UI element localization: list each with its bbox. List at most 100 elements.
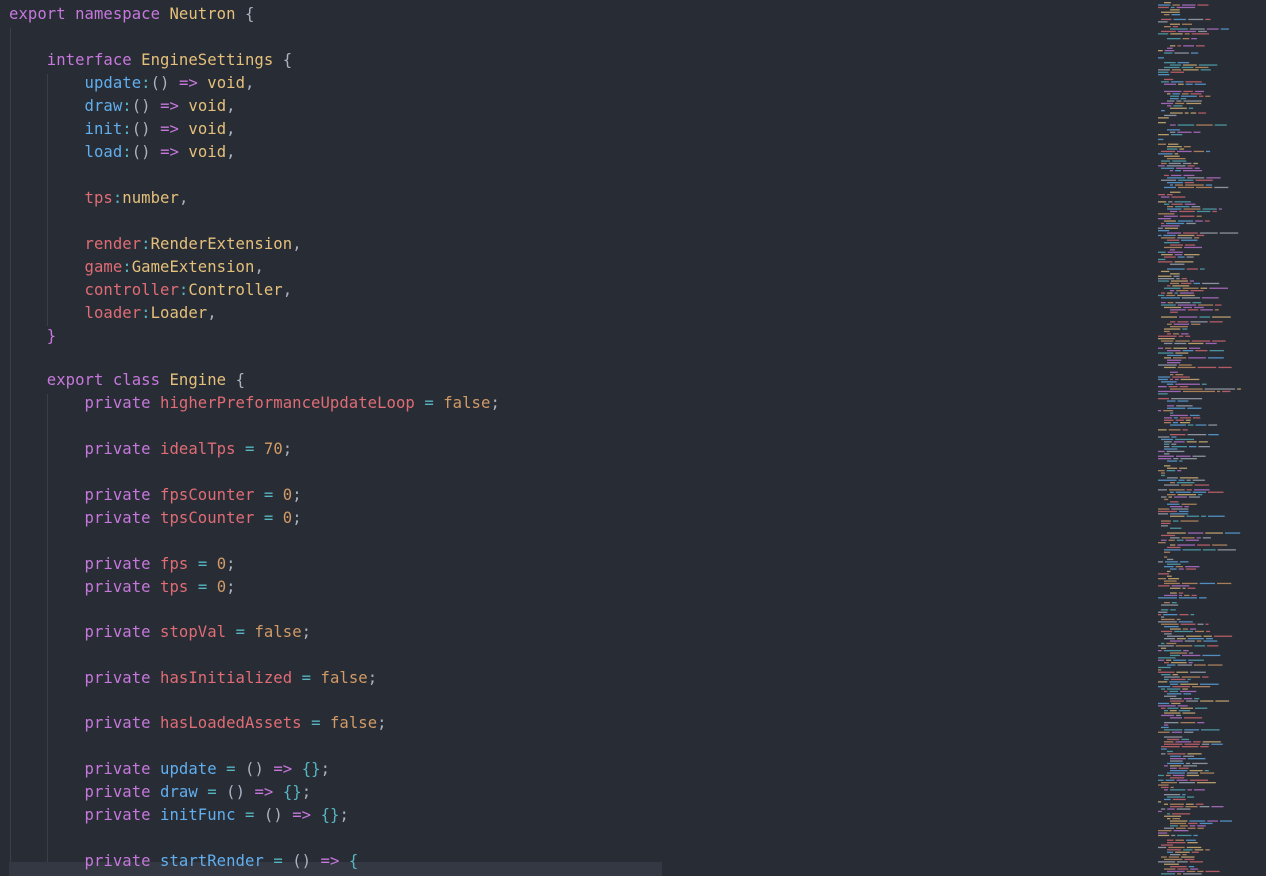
minimap-mark [1161,808,1166,810]
minimap-mark [1206,150,1211,153]
code-line[interactable]: private hasLoadedAssets = false; [9,712,387,735]
minimap-mark [1173,275,1180,277]
minimap-mark [1158,614,1162,616]
minimap-mark [1170,174,1182,177]
code-line[interactable]: export class Engine { [9,369,245,392]
code-token: => [273,760,293,778]
code-line[interactable]: private tps = 0; [9,576,236,599]
minimap-mark [1164,556,1168,558]
minimap-mark [1184,182,1194,184]
minimap-mark [1193,131,1201,133]
code-token: : [122,143,132,161]
code-line[interactable]: render:RenderExtension, [9,233,302,256]
minimap-mark [1198,441,1208,443]
minimap-mark [1158,347,1164,349]
minimap-mark [1170,311,1178,313]
minimap-mark [1167,38,1181,40]
minimap-mark [1161,642,1165,645]
code-line[interactable]: load:() => void, [9,141,236,164]
code-line[interactable]: tps:number, [9,187,189,210]
minimap-mark [1161,438,1174,441]
code-line[interactable]: private draw = () => {}; [9,781,312,804]
code-line[interactable]: game:GameExtension, [9,256,264,279]
minimap-mark [1175,170,1181,172]
minimap-mark [1165,561,1178,563]
code-line[interactable]: private fpsCounter = 0; [9,484,302,507]
minimap-mark [1177,873,1182,875]
minimap-mark [1194,698,1200,700]
code-line[interactable]: private initFunc = () => {}; [9,804,349,827]
code-token: stopVal [160,623,227,641]
minimap-mark [1177,834,1192,837]
minimap-mark [1177,664,1192,666]
minimap-mark [1181,856,1195,858]
minimap-mark [1167,570,1171,573]
minimap-mark [1167,206,1174,208]
code-line[interactable]: loader:Loader, [9,302,217,325]
minimap-mark [1164,465,1171,467]
code-line[interactable]: private tpsCounter = 0; [9,507,302,530]
minimap-mark [1175,378,1179,381]
minimap-mark [1194,484,1210,486]
minimap-mark [1217,390,1221,393]
minimap-mark [1170,755,1182,757]
minimap-mark [1158,69,1170,71]
minimap-mark [1164,419,1174,421]
code-token: () [150,74,179,92]
code-token: = [207,783,217,801]
code-token: {} [320,806,340,824]
minimap-mark [1167,842,1186,844]
minimap-mark [1208,424,1218,426]
code-token: ; [301,623,312,641]
minimap-mark [1170,170,1174,172]
code-line[interactable]: } [9,325,56,348]
code-token: ; [320,760,331,778]
minimap-mark [1183,45,1194,47]
minimap-mark [1170,640,1183,642]
minimap-mark [1172,686,1190,688]
code-line[interactable]: export namespace Neutron { [9,3,254,26]
code-editor[interactable]: export namespace Neutron { interface Eng… [0,0,1150,876]
minimap-mark [1158,650,1162,652]
minimap-mark [1180,683,1198,685]
code-line[interactable]: draw:() => void, [9,95,236,118]
minimap-mark [1163,650,1182,652]
minimap-mark [1161,381,1177,383]
code-line[interactable]: interface EngineSettings { [9,49,292,72]
minimap-mark [1161,604,1179,606]
minimap-mark [1181,95,1197,97]
minimap-mark [1161,340,1174,342]
code-line[interactable]: private fps = 0; [9,553,236,576]
code-line[interactable]: private hasInitialized = false; [9,667,378,690]
minimap-mark [1182,162,1192,165]
code-line[interactable]: private idealTps = 70; [9,438,293,461]
minimap-mark [1170,326,1188,328]
code-line[interactable]: private higherPreformanceUpdateLoop = fa… [9,392,500,415]
code-line[interactable]: private stopVal = false; [9,621,312,644]
code-line[interactable]: controller:Controller, [9,279,293,302]
code-line[interactable]: init:() => void, [9,118,236,141]
minimap-mark [1170,290,1175,292]
minimap-mark [1206,630,1211,633]
code-line[interactable]: update:() => void, [9,72,255,95]
minimap[interactable] [1150,0,1266,876]
minimap-mark [1178,592,1184,594]
minimap-mark [1175,851,1190,853]
minimap-mark [1158,57,1164,59]
minimap-mark [1161,844,1173,846]
minimap-mark [1170,6,1175,9]
minimap-mark [1164,62,1176,64]
minimap-mark [1167,323,1172,325]
code-line[interactable]: private update = () => {}; [9,758,330,781]
code-line[interactable]: private startRender = () => { [9,850,359,873]
minimap-mark [1184,594,1190,597]
code-token: = [263,486,274,504]
minimap-mark [1188,662,1193,664]
minimap-mark [1182,429,1188,431]
minimap-mark [1220,820,1232,822]
